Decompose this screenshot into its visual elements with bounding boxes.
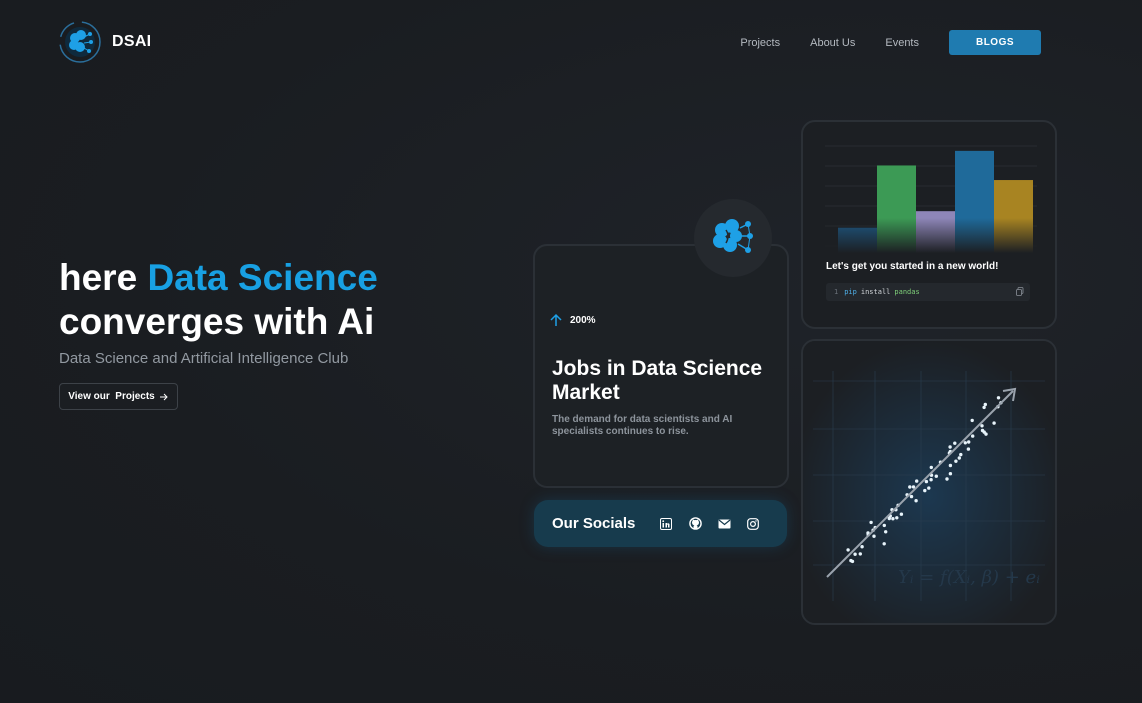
github-icon[interactable] (688, 517, 702, 531)
chart-caption: Let's get you started in a new world! (826, 261, 999, 272)
copy-icon[interactable] (1016, 287, 1024, 296)
scatter-point (970, 418, 974, 423)
scatter-point (934, 474, 938, 478)
scatter-point (882, 523, 886, 528)
code-line-number: 1 (834, 288, 839, 296)
scatter-point (891, 517, 895, 521)
scatter-point (850, 559, 855, 564)
scatter-point (963, 441, 967, 445)
view-projects-label: View our Projects (68, 391, 155, 402)
scatter-point (914, 499, 918, 503)
scatter-point (948, 445, 952, 449)
brain-logo-icon (58, 20, 102, 64)
scatter-point (953, 441, 957, 445)
scatter-point (983, 402, 987, 407)
scatter-point (954, 459, 958, 463)
view-projects-button[interactable]: View our Projects (59, 383, 178, 410)
linkedin-icon[interactable] (659, 517, 673, 531)
arrow-right-icon (159, 393, 168, 400)
regression-card: Yᵢ = f(Xᵢ, β) + eᵢ (801, 339, 1057, 625)
hero-title-accent: Data Science (147, 257, 378, 298)
hero-title-line2: converges with Ai (59, 301, 375, 342)
hero-title: here Data Science converges with Ai (59, 256, 378, 344)
brand-name: DSAI (112, 33, 152, 50)
code-package: pandas (894, 288, 920, 296)
hero-subtitle: Data Science and Artificial Intelligence… (59, 350, 349, 367)
scatter-point (996, 396, 1001, 400)
instagram-icon[interactable] (746, 517, 760, 531)
brain-badge (694, 199, 772, 277)
growth-stat: 200% (550, 313, 596, 327)
jobs-description: The demand for data scientists and AI sp… (552, 414, 733, 437)
scatter-point (909, 494, 914, 499)
scatter-point (860, 545, 864, 549)
scatter-point (980, 424, 984, 428)
top-nav: Projects About Us Events BLOGS (740, 30, 1041, 55)
socials-title: Our Socials (552, 515, 636, 532)
hero-title-prefix: here (59, 257, 148, 298)
scatter-point (872, 534, 876, 538)
nav-link-about-us[interactable]: About Us (810, 37, 855, 49)
scatter-point (929, 478, 933, 482)
scatter-point (982, 405, 986, 410)
blogs-button[interactable]: BLOGS (949, 30, 1041, 55)
scatter-point (858, 552, 862, 556)
scatter-point (882, 542, 886, 546)
scatter-point (971, 434, 975, 438)
brand-logo[interactable]: DSAI (58, 20, 151, 64)
scatter-point (899, 512, 904, 516)
scatter-point (869, 520, 873, 525)
scatter-point (984, 432, 988, 436)
scatter-point (915, 479, 919, 483)
scatter-point (927, 486, 931, 490)
scatter-point (948, 463, 953, 468)
scatter-point (967, 440, 971, 444)
regression-formula: Yᵢ = f(Xᵢ, β) + eᵢ (898, 567, 1040, 588)
scatter-point (884, 530, 888, 534)
jobs-title: Jobs in Data Science Market (552, 357, 763, 404)
scatter-point (980, 428, 985, 433)
scatter-point (908, 485, 912, 489)
socials-bar: Our Socials (534, 500, 787, 547)
scatter-point (948, 472, 953, 476)
nav-link-projects[interactable]: Projects (740, 37, 780, 49)
scatter-point (945, 477, 949, 481)
arrow-up-icon (550, 313, 562, 326)
scatter-point (992, 421, 996, 425)
scatter-point (929, 465, 933, 470)
mail-icon[interactable] (717, 517, 731, 531)
scatter-point (895, 516, 899, 520)
chart-card: Let's get you started in a new world! 1 … (801, 120, 1057, 329)
code-snippet[interactable]: 1 pip install pandas (826, 283, 1030, 301)
page: DSAI Projects About Us Events BLOGS here… (0, 0, 1142, 703)
scatter-point (966, 447, 971, 451)
code-command: pip (844, 288, 857, 296)
scatter-point (853, 552, 857, 556)
scatter-point (923, 488, 927, 493)
code-verb: install (860, 288, 891, 296)
bar-chart (825, 145, 1037, 253)
nav-link-events[interactable]: Events (885, 37, 919, 49)
scatter-point (924, 479, 929, 484)
scatter-point (957, 456, 961, 460)
scatter-point (959, 452, 963, 457)
scatter-point (846, 548, 850, 552)
brain-network-icon (713, 219, 753, 253)
growth-value: 200% (570, 314, 596, 326)
